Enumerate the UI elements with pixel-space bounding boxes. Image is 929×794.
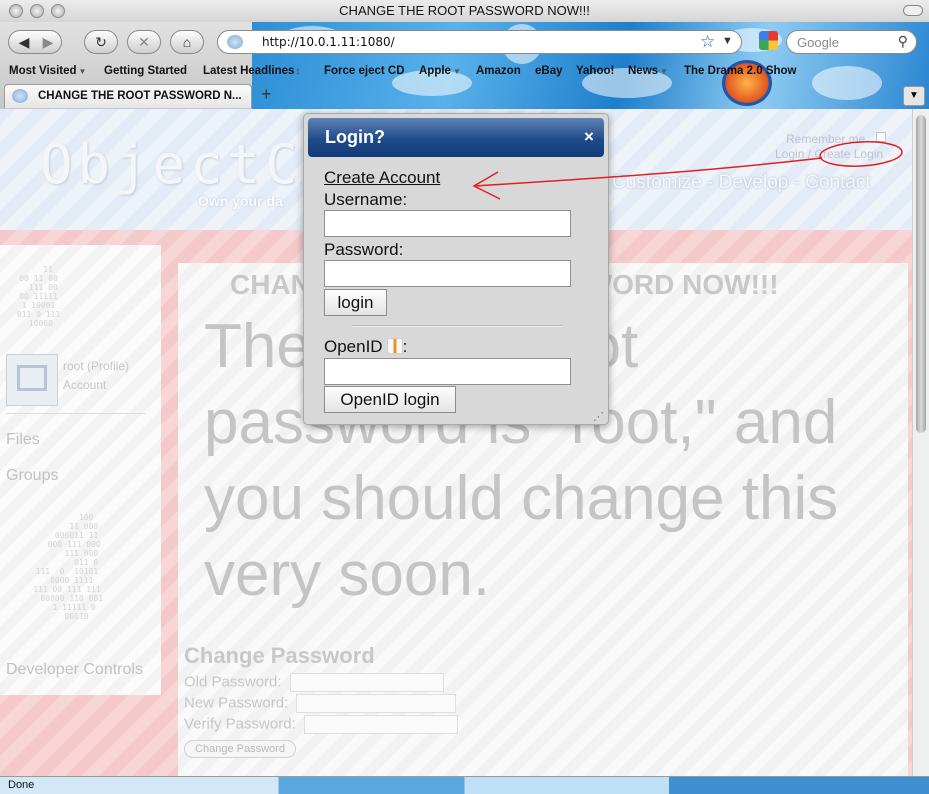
bookmark-getting-started[interactable]: Getting Started (104, 65, 187, 77)
url-text[interactable]: http://10.0.1.11:1080/ (262, 35, 395, 49)
dialog-divider (352, 325, 562, 327)
openid-label: OpenID (324, 337, 383, 356)
sidebar: 11 00 11 00 111 00 00 11111 1 10001 011 … (0, 245, 161, 695)
tab-bar: CHANGE THE ROOT PASSWORD N... + ▼ (0, 84, 929, 108)
browser-chrome: CHANGE THE ROOT PASSWORD NOW!!! ◀ ▶ ↻ ✕ ⌂… (0, 0, 929, 109)
close-icon[interactable]: × (584, 127, 594, 147)
profile-link[interactable]: root (Profile) (63, 357, 129, 376)
site-favicon-icon (227, 35, 243, 49)
binary-decoration: 100 11 000 000011 11 000 111 000 111 000… (33, 513, 104, 621)
vertical-scrollbar[interactable] (912, 109, 929, 776)
openid-icon (386, 338, 403, 354)
chevron-down-icon: ▼ (452, 67, 461, 76)
bookmark-force-eject-cd[interactable]: Force eject CD (324, 65, 405, 77)
scrollbar-thumb[interactable] (916, 115, 926, 433)
old-password-row: Old Password: (184, 673, 444, 692)
minimize-window-button[interactable] (30, 4, 44, 18)
avatar[interactable] (6, 354, 58, 406)
reload-button[interactable]: ↻ (84, 30, 118, 54)
navigation-toolbar: ◀ ▶ ↻ ✕ ⌂ http://10.0.1.11:1080/ ☆ ▼ Goog… (0, 24, 929, 60)
window-title: CHANGE THE ROOT PASSWORD NOW!!! (339, 3, 590, 18)
tab-favicon-icon (12, 89, 28, 103)
search-engine-selector[interactable] (757, 30, 783, 54)
bookmark-most-visited[interactable]: Most Visited ▼ (9, 65, 86, 77)
openid-colon: : (402, 337, 408, 356)
home-button[interactable]: ⌂ (170, 30, 204, 54)
search-icon[interactable]: ⚲ (898, 33, 908, 50)
status-bar: Done (0, 776, 929, 794)
new-tab-plus-icon[interactable]: + (261, 84, 272, 105)
bookmark-apple[interactable]: Apple ▼ (419, 65, 461, 77)
home-icon: ⌂ (182, 34, 192, 50)
sidebar-item-developer-controls[interactable]: Developer Controls (6, 661, 143, 679)
login-button[interactable]: login (324, 289, 387, 316)
bookmark-latest-headlines[interactable]: Latest Headlines ⟟ (203, 65, 299, 77)
bookmark-amazon[interactable]: Amazon (476, 65, 521, 77)
bookmark-yahoo[interactable]: Yahoo! (576, 65, 614, 77)
url-history-dropdown-icon[interactable]: ▼ (722, 35, 733, 47)
tab-active[interactable]: CHANGE THE ROOT PASSWORD N... (4, 84, 252, 108)
login-dialog: Login? × Create Account Username: Passwo… (303, 113, 609, 425)
username-field[interactable] (324, 210, 571, 237)
bookmark-star-icon[interactable]: ☆ (700, 32, 715, 52)
openid-label-row: OpenID: (324, 337, 407, 357)
toolbar-toggle-button[interactable] (903, 5, 923, 16)
chevron-down-icon: ▼ (78, 67, 87, 76)
resize-grip-icon[interactable]: ⋰ (593, 410, 604, 423)
old-password-field[interactable] (289, 673, 444, 692)
binary-decoration: 11 00 11 00 111 00 00 11111 1 10001 011 … (16, 265, 61, 328)
tab-list-dropdown-icon[interactable]: ▼ (903, 86, 925, 106)
change-password-heading: Change Password (184, 643, 375, 668)
stop-button[interactable]: ✕ (127, 30, 161, 54)
verify-password-field[interactable] (303, 715, 458, 734)
rss-feed-icon: ⟟ (296, 67, 300, 76)
openid-field[interactable] (324, 358, 571, 385)
sidebar-divider (6, 413, 146, 414)
google-icon (759, 31, 778, 50)
account-link[interactable]: Account (63, 376, 129, 395)
change-password-button[interactable]: Change Password (184, 740, 296, 758)
tab-label: CHANGE THE ROOT PASSWORD N... (38, 90, 242, 102)
back-arrow-icon[interactable]: ◀ (11, 31, 37, 53)
dialog-title: Login? (325, 127, 385, 147)
chevron-down-icon: ▼ (660, 67, 668, 76)
forward-arrow-icon[interactable]: ▶ (37, 31, 59, 53)
login-links[interactable]: Login / Create Login (775, 147, 883, 161)
openid-login-button[interactable]: OpenID login (324, 386, 456, 413)
site-top-nav[interactable]: Customize - Develop - Contact (612, 172, 871, 194)
new-password-row: New Password: (184, 694, 457, 713)
new-password-label: New Password: (184, 694, 289, 712)
old-password-label: Old Password: (184, 673, 282, 691)
stop-icon: ✕ (138, 34, 150, 50)
sidebar-item-groups[interactable]: Groups (6, 467, 58, 485)
dialog-header[interactable]: Login? × (308, 118, 604, 157)
verify-password-row: Verify Password: (184, 715, 458, 734)
search-placeholder: Google (797, 35, 839, 50)
bookmark-drama-show[interactable]: The Drama 2.0 Show (684, 65, 796, 77)
reload-icon: ↻ (95, 34, 107, 50)
new-password-field[interactable] (296, 694, 457, 713)
profile-links: root (Profile) Account (63, 357, 129, 395)
robot-avatar-icon (17, 365, 47, 391)
bookmark-ebay[interactable]: eBay (535, 65, 563, 77)
sidebar-item-files[interactable]: Files (6, 431, 40, 449)
site-logo[interactable]: ObjectC (40, 133, 303, 196)
remember-me-label: Remember me (786, 132, 866, 146)
verify-password-label: Verify Password: (184, 715, 296, 733)
url-bar[interactable]: http://10.0.1.11:1080/ ☆ ▼ (217, 30, 742, 54)
bookmark-news[interactable]: News ▼ (628, 65, 668, 77)
bookmarks-toolbar: Most Visited ▼ Getting Started Latest Hea… (0, 62, 929, 82)
back-forward-buttons: ◀ ▶ (8, 30, 62, 54)
search-input[interactable]: Google ⚲ (786, 30, 917, 54)
site-tagline: Own your da (198, 193, 283, 209)
remember-me-checkbox[interactable] (876, 132, 886, 142)
username-label: Username: (324, 190, 408, 209)
window-title-bar: CHANGE THE ROOT PASSWORD NOW!!! (0, 0, 929, 22)
password-label: Password: (324, 240, 404, 259)
close-window-button[interactable] (9, 4, 23, 18)
password-field[interactable] (324, 260, 571, 287)
zoom-window-button[interactable] (51, 4, 65, 18)
create-account-link[interactable]: Create Account (324, 168, 440, 188)
status-text: Done (8, 779, 35, 791)
